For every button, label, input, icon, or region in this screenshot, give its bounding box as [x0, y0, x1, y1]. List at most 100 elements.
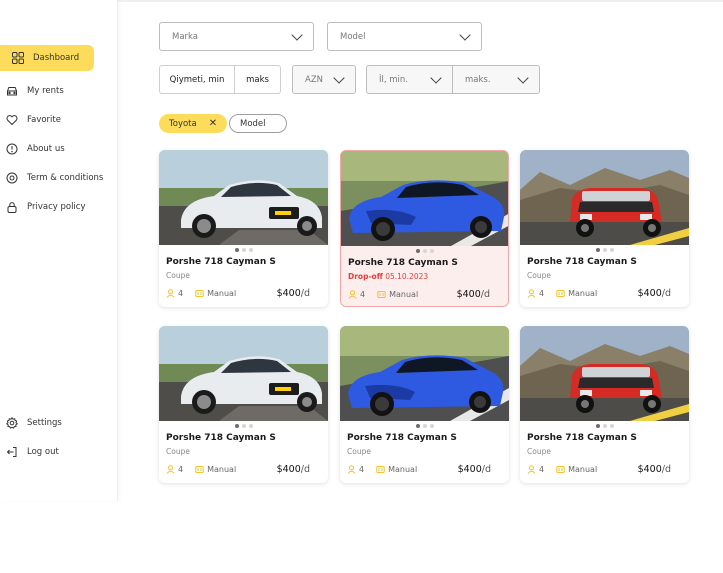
price-max-input[interactable]: maks	[234, 65, 281, 94]
car-photo[interactable]	[520, 150, 689, 245]
car-body-type: Coupe	[166, 271, 190, 280]
carousel-dots[interactable]	[340, 424, 509, 428]
price-unit: /d	[300, 288, 310, 299]
car-card[interactable]: Porshe 718 Cayman S Coupe 4 Manual $400/…	[159, 326, 328, 483]
sidebar-item-about-us[interactable]: About us	[0, 137, 65, 161]
car-title: Porshe 718 Cayman S	[348, 258, 458, 268]
currency-select-value: AZN	[305, 74, 323, 85]
year-min-select[interactable]: İl, min.	[366, 65, 453, 94]
transmission: Manual	[207, 289, 237, 298]
car-photo[interactable]	[341, 151, 508, 246]
sidebar-item-my-rents[interactable]: My rents	[0, 79, 64, 103]
price-value: $400	[637, 288, 662, 299]
car-title: Porshe 718 Cayman S	[166, 433, 276, 443]
year-min-select-value: İl, min.	[379, 74, 409, 85]
car-body-type: Coupe	[347, 447, 371, 456]
carousel-dots[interactable]	[520, 248, 689, 252]
seat-count: 4	[360, 290, 366, 299]
transmission: Manual	[389, 290, 419, 299]
car-price: $400/d	[638, 464, 671, 475]
transmission: Manual	[568, 465, 598, 474]
price-unit: /d	[300, 464, 310, 475]
price-unit: /d	[661, 464, 671, 475]
sidebar-item-privacy[interactable]: Privacy policy	[0, 195, 86, 219]
user-icon	[348, 290, 357, 299]
user-icon	[166, 465, 175, 474]
car-card[interactable]: Porshe 718 Cayman S Coupe 4 Manual $400/…	[340, 326, 509, 483]
carousel-dots[interactable]	[520, 424, 689, 428]
seat-count: 4	[359, 465, 365, 474]
seat-count: 4	[178, 289, 184, 298]
sidebar-item-label: Dashboard	[33, 53, 80, 63]
filter-chip-toyota[interactable]: Toyota ✕	[159, 114, 228, 133]
chip-label: Model	[240, 118, 266, 129]
seat-count: 4	[178, 465, 184, 474]
car-card[interactable]: Porshe 718 Cayman S Coupe 4 Manual $400/…	[520, 150, 689, 307]
car-price: $400/d	[277, 464, 310, 475]
grid-icon	[12, 52, 24, 64]
price-unit: /d	[661, 288, 671, 299]
car-price: $400/d	[638, 288, 671, 299]
dropoff-date: 05.10.2023	[385, 272, 429, 281]
car-photo[interactable]	[340, 326, 509, 421]
currency-select[interactable]: AZN	[292, 65, 356, 94]
sidebar-item-label: My rents	[27, 86, 64, 96]
car-card[interactable]: Porshe 718 Cayman S Coupe 4 Manual $400/…	[159, 150, 328, 307]
car-card[interactable]: Porshe 718 Cayman S Coupe 4 Manual $400/…	[520, 326, 689, 483]
sidebar-item-label: Log out	[27, 447, 59, 457]
car-photo[interactable]	[159, 150, 328, 245]
carousel-dots[interactable]	[159, 248, 328, 252]
model-select[interactable]: Model	[327, 22, 482, 51]
logout-icon	[6, 446, 18, 458]
transmission: Manual	[388, 465, 418, 474]
gearbox-icon	[195, 465, 204, 474]
transmission: Manual	[207, 465, 237, 474]
car-meta: 4 Manual	[166, 465, 236, 474]
chevron-down-icon	[430, 71, 442, 84]
car-meta: 4 Manual	[166, 289, 236, 298]
price-min-text: Qiymeti, min	[169, 74, 225, 85]
car-meta: 4 Manual	[527, 289, 597, 298]
sidebar-item-settings[interactable]: Settings	[0, 411, 62, 435]
car-card[interactable]: Porshe 718 Cayman S Drop-off 05.10.2023 …	[340, 150, 509, 307]
chevron-down-icon	[459, 28, 471, 41]
seat-count: 4	[539, 465, 545, 474]
carousel-dots[interactable]	[159, 424, 328, 428]
price-min-input[interactable]: Qiymeti, min	[159, 65, 235, 94]
car-price: $400/d	[457, 289, 490, 300]
brand-select[interactable]: Marka	[159, 22, 314, 51]
sidebar-item-favorite[interactable]: Favorite	[0, 108, 61, 132]
seat-count: 4	[539, 289, 545, 298]
price-max-text: maks	[246, 74, 269, 85]
car-meta: 4 Manual	[347, 465, 417, 474]
carousel-dots[interactable]	[341, 249, 508, 253]
car-price: $400/d	[458, 464, 491, 475]
sidebar-item-logout[interactable]: Log out	[0, 440, 59, 464]
year-max-select[interactable]: maks.	[452, 65, 540, 94]
user-icon	[527, 465, 536, 474]
sidebar: Dashboard My rents Favorite About us Ter…	[0, 0, 118, 501]
car-title: Porshe 718 Cayman S	[527, 433, 637, 443]
filter-chip-model[interactable]: Model	[229, 114, 287, 133]
sidebar-item-terms[interactable]: Term & conditions	[0, 166, 103, 190]
gearbox-icon	[195, 289, 204, 298]
price-unit: /d	[480, 289, 490, 300]
price-value: $400	[637, 464, 662, 475]
car-title: Porshe 718 Cayman S	[527, 257, 637, 267]
price-value: $400	[276, 288, 301, 299]
sidebar-item-label: Settings	[27, 418, 62, 428]
sidebar-item-label: Privacy policy	[27, 202, 86, 212]
car-photo[interactable]	[159, 326, 328, 421]
model-select-value: Model	[340, 31, 366, 42]
car-meta: 4 Manual	[527, 465, 597, 474]
chevron-down-icon	[333, 71, 345, 84]
user-icon	[166, 289, 175, 298]
car-photo[interactable]	[520, 326, 689, 421]
close-icon[interactable]: ✕	[209, 118, 217, 129]
car-icon	[6, 85, 18, 97]
sidebar-item-label: About us	[27, 144, 65, 154]
sidebar-item-dashboard[interactable]: Dashboard	[0, 45, 94, 71]
user-icon	[347, 465, 356, 474]
chip-label: Toyota	[169, 118, 197, 129]
price-value: $400	[276, 464, 301, 475]
